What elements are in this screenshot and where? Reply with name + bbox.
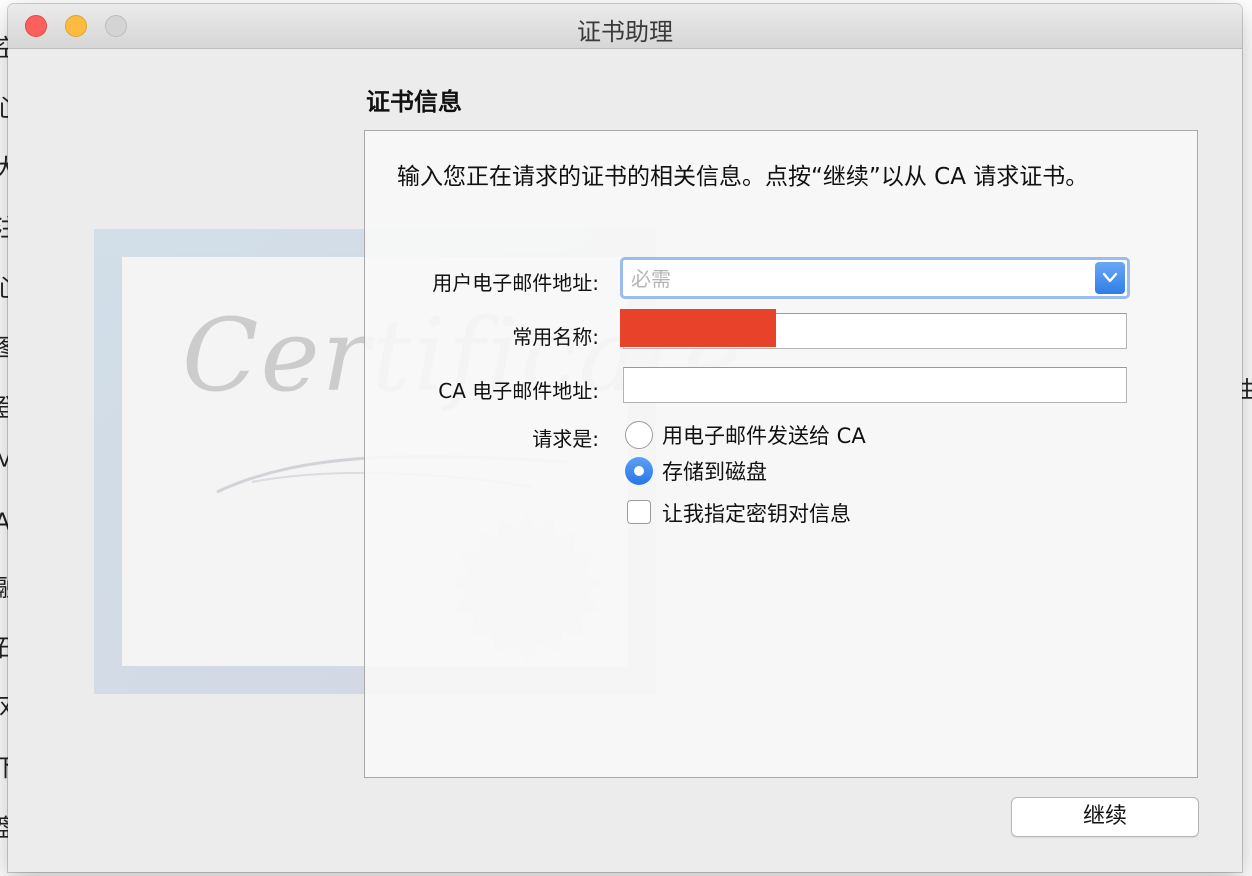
ca-email-input[interactable] xyxy=(628,370,1122,402)
certificate-assistant-window: 证书助理 证书信息 Certificate 输入您正在请求的证书的相关信息。点按… xyxy=(8,4,1242,872)
chevron-down-icon xyxy=(1102,272,1118,283)
user-email-label: 用户电子邮件地址: xyxy=(432,271,599,295)
user-email-combobox[interactable] xyxy=(620,257,1130,299)
key-pair-label[interactable]: 让我指定密钥对信息 xyxy=(662,498,851,528)
email-to-ca-label[interactable]: 用电子邮件发送给 CA xyxy=(662,420,866,450)
user-email-input[interactable] xyxy=(629,263,1093,295)
continue-button[interactable]: 继续 xyxy=(1011,797,1199,837)
request-is-label: 请求是: xyxy=(532,427,599,451)
email-to-ca-radio[interactable] xyxy=(625,421,653,449)
common-name-label: 常用名称: xyxy=(512,325,599,349)
ca-email-label: CA 电子邮件地址: xyxy=(438,379,599,403)
key-pair-checkbox[interactable] xyxy=(627,500,651,524)
ca-email-field[interactable] xyxy=(623,367,1127,403)
instructions-text: 输入您正在请求的证书的相关信息。点按“继续”以从 CA 请求证书。 xyxy=(397,164,1089,190)
user-email-dropdown-button[interactable] xyxy=(1095,262,1125,294)
redaction-block xyxy=(620,309,776,347)
window-title: 证书助理 xyxy=(577,18,673,46)
save-to-disk-radio[interactable] xyxy=(625,457,653,485)
certificate-info-panel: 输入您正在请求的证书的相关信息。点按“继续”以从 CA 请求证书。 用户电子邮件… xyxy=(364,130,1198,778)
section-title: 证书信息 xyxy=(366,88,462,116)
save-to-disk-label[interactable]: 存储到磁盘 xyxy=(662,456,767,486)
title-bar[interactable]: 证书助理 xyxy=(8,4,1242,49)
